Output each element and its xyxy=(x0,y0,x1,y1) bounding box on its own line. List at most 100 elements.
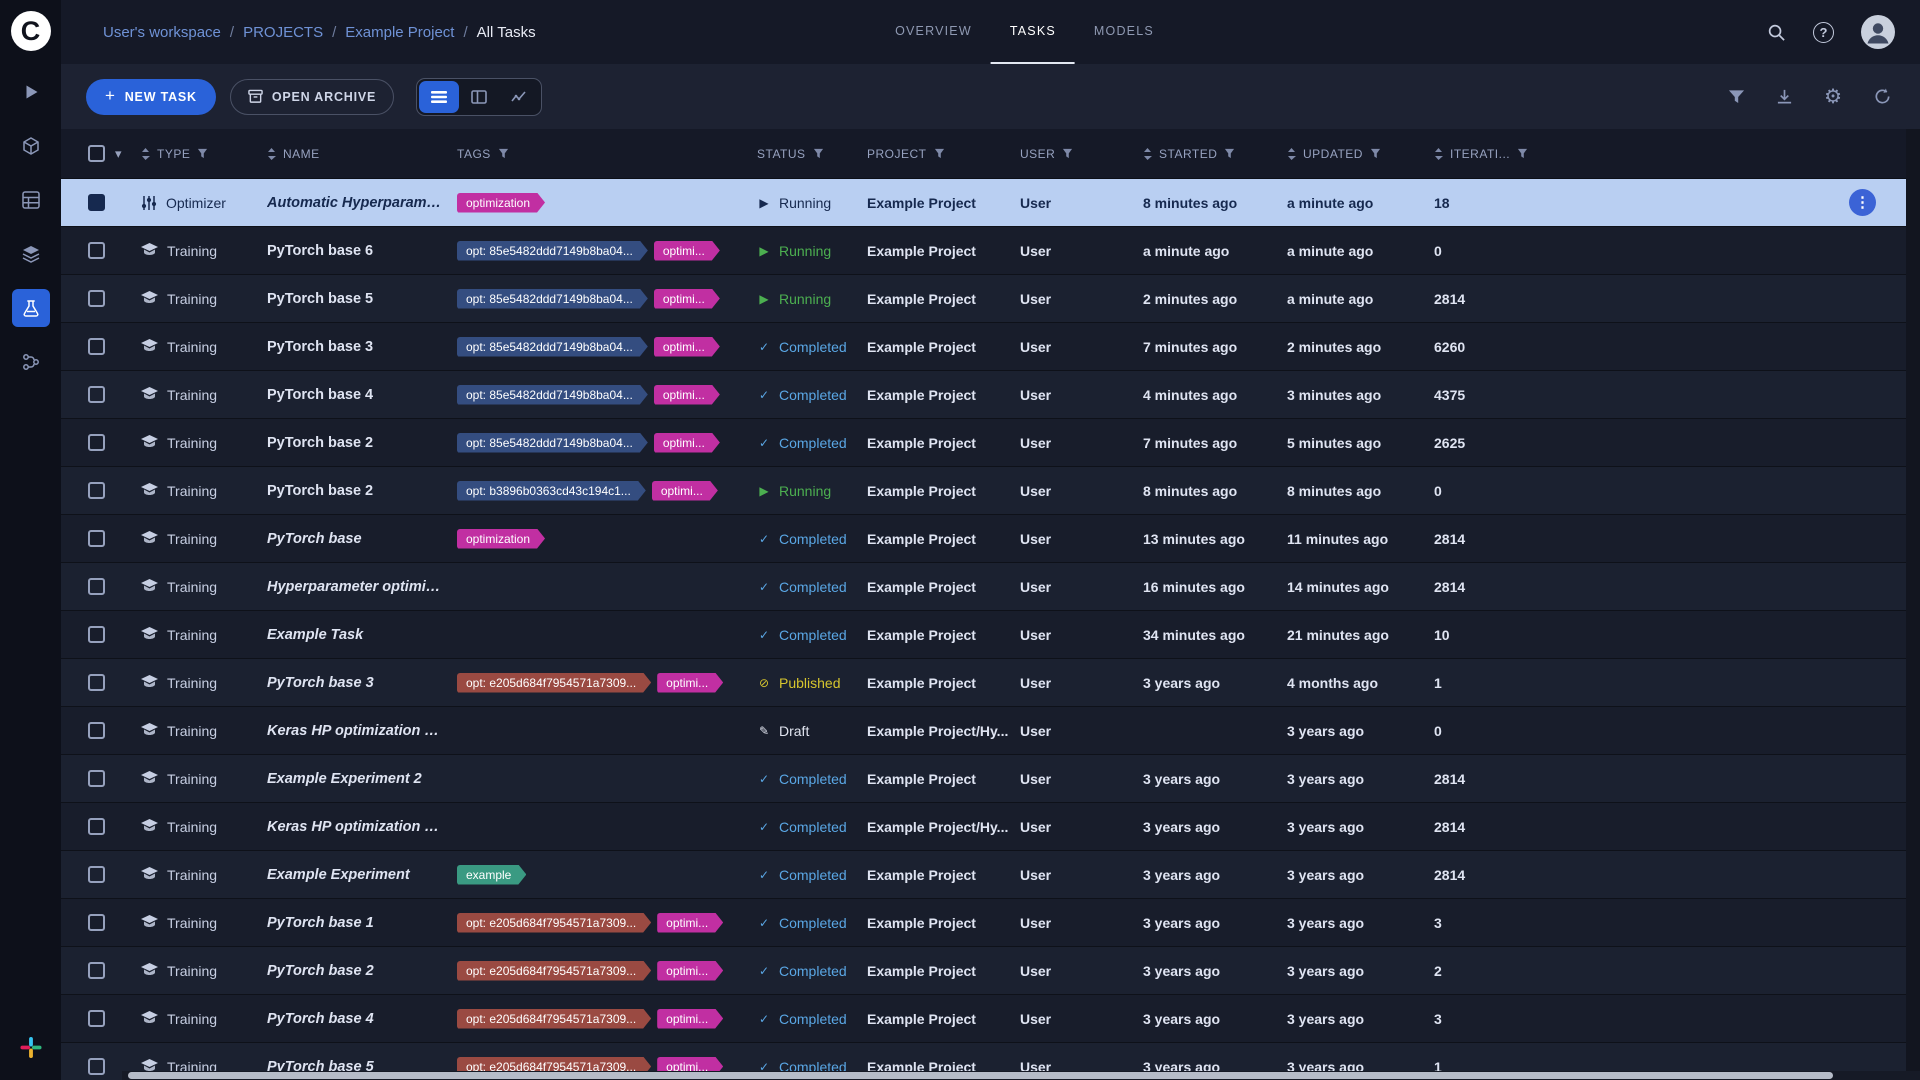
task-name[interactable]: Example Experiment 2 xyxy=(267,755,457,803)
task-row[interactable]: TrainingPyTorch baseoptimization✓Complet… xyxy=(61,515,1906,563)
breadcrumb-workspace[interactable]: User's workspace xyxy=(103,24,221,41)
column-header-name[interactable]: NAME xyxy=(267,147,457,161)
filter-funnel-icon[interactable] xyxy=(1370,148,1381,159)
task-row[interactable]: TrainingPyTorch base 3opt: e205d684f7954… xyxy=(61,659,1906,707)
tag[interactable]: opt: e205d684f7954571a7309... xyxy=(457,913,651,933)
row-checkbox[interactable] xyxy=(88,338,105,355)
user-avatar[interactable] xyxy=(1861,15,1895,49)
task-row[interactable]: TrainingPyTorch base 6opt: 85e5482ddd714… xyxy=(61,227,1906,275)
select-all-caret[interactable]: ▾ xyxy=(115,146,122,162)
task-name[interactable]: PyTorch base 2 xyxy=(267,419,457,467)
open-archive-button[interactable]: OPEN ARCHIVE xyxy=(230,79,394,115)
filter-funnel-icon[interactable] xyxy=(1517,148,1528,159)
task-name[interactable]: Example Task xyxy=(267,611,457,659)
row-checkbox[interactable] xyxy=(88,674,105,691)
row-checkbox[interactable] xyxy=(88,770,105,787)
task-name[interactable]: PyTorch base 6 xyxy=(267,227,457,275)
row-checkbox[interactable] xyxy=(88,1010,105,1027)
horizontal-scrollbar[interactable] xyxy=(122,1071,1920,1080)
breadcrumb-projects[interactable]: PROJECTS xyxy=(243,24,323,41)
help-icon[interactable]: ? xyxy=(1813,22,1834,43)
column-header-user[interactable]: USER xyxy=(1020,147,1143,161)
tab-models[interactable]: MODELS xyxy=(1075,0,1173,64)
split-view-button[interactable] xyxy=(459,81,499,113)
tag[interactable]: opt: 85e5482ddd7149b8ba04... xyxy=(457,385,648,405)
tab-tasks[interactable]: TASKS xyxy=(991,0,1075,64)
task-row[interactable]: TrainingExample Task✓CompletedExample Pr… xyxy=(61,611,1906,659)
task-row[interactable]: TrainingPyTorch base 2opt: e205d684f7954… xyxy=(61,947,1906,995)
filter-funnel-icon[interactable] xyxy=(934,148,945,159)
tag[interactable]: optimization xyxy=(457,193,545,213)
column-header-project[interactable]: PROJECT xyxy=(867,147,1020,161)
task-name[interactable]: Keras HP optimization base xyxy=(267,707,457,755)
scrollbar-thumb[interactable] xyxy=(128,1072,1833,1079)
tag[interactable]: optimi... xyxy=(654,241,720,261)
tag[interactable]: opt: 85e5482ddd7149b8ba04... xyxy=(457,433,648,453)
task-row[interactable]: TrainingPyTorch base 2opt: 85e5482ddd714… xyxy=(61,419,1906,467)
tag[interactable]: optimi... xyxy=(657,1009,723,1029)
row-checkbox[interactable] xyxy=(88,914,105,931)
task-row[interactable]: TrainingKeras HP optimization base✎Draft… xyxy=(61,707,1906,755)
task-name[interactable]: PyTorch base 4 xyxy=(267,995,457,1043)
tag[interactable]: optimi... xyxy=(654,289,720,309)
row-checkbox[interactable] xyxy=(88,818,105,835)
tag[interactable]: optimi... xyxy=(654,337,720,357)
sidebar-item-pipelines[interactable] xyxy=(12,343,50,381)
filter-funnel-icon[interactable] xyxy=(813,148,824,159)
clearml-logo[interactable]: C xyxy=(11,11,51,51)
sidebar-item-projects[interactable] xyxy=(12,127,50,165)
filter-funnel-icon[interactable] xyxy=(1062,148,1073,159)
tag[interactable]: opt: 85e5482ddd7149b8ba04... xyxy=(457,337,648,357)
row-checkbox[interactable] xyxy=(88,626,105,643)
row-checkbox[interactable] xyxy=(88,482,105,499)
row-checkbox[interactable] xyxy=(88,578,105,595)
task-name[interactable]: PyTorch base xyxy=(267,515,457,563)
tag[interactable]: opt: e205d684f7954571a7309... xyxy=(457,673,651,693)
sort-icon[interactable] xyxy=(1287,148,1296,160)
row-checkbox[interactable] xyxy=(88,434,105,451)
task-row[interactable]: TrainingPyTorch base 1opt: e205d684f7954… xyxy=(61,899,1906,947)
column-header-iterations[interactable]: ITERATI... xyxy=(1434,147,1564,161)
column-header-tags[interactable]: TAGS xyxy=(457,147,757,161)
row-checkbox[interactable] xyxy=(88,962,105,979)
task-row[interactable]: TrainingPyTorch base 4opt: 85e5482ddd714… xyxy=(61,371,1906,419)
tag[interactable]: optimization xyxy=(457,529,545,549)
column-header-updated[interactable]: UPDATED xyxy=(1287,147,1434,161)
download-icon[interactable] xyxy=(1776,88,1793,105)
tag[interactable]: opt: e205d684f7954571a7309... xyxy=(457,1009,651,1029)
auto-refresh-icon[interactable] xyxy=(1873,87,1892,106)
sidebar-item-dashboard[interactable] xyxy=(12,73,50,111)
sidebar-item-experiments[interactable] xyxy=(12,289,50,327)
task-name[interactable]: PyTorch base 5 xyxy=(267,275,457,323)
task-name[interactable]: Example Experiment xyxy=(267,851,457,899)
chart-view-button[interactable] xyxy=(499,81,539,113)
task-name[interactable]: PyTorch base 3 xyxy=(267,323,457,371)
row-checkbox[interactable] xyxy=(88,1058,105,1075)
filter-funnel-icon[interactable] xyxy=(1224,148,1235,159)
task-row[interactable]: TrainingPyTorch base 3opt: 85e5482ddd714… xyxy=(61,323,1906,371)
task-row[interactable]: TrainingHyperparameter optimizati...✓Com… xyxy=(61,563,1906,611)
sort-icon[interactable] xyxy=(1434,148,1443,160)
task-row[interactable]: OptimizerAutomatic Hyperparamete...optim… xyxy=(61,179,1906,227)
task-name[interactable]: PyTorch base 1 xyxy=(267,899,457,947)
task-name[interactable]: PyTorch base 2 xyxy=(267,467,457,515)
row-checkbox[interactable] xyxy=(88,530,105,547)
filter-funnel-icon[interactable] xyxy=(197,148,208,159)
new-task-button[interactable]: + NEW TASK xyxy=(86,79,216,115)
task-name[interactable]: PyTorch base 4 xyxy=(267,371,457,419)
tag[interactable]: example xyxy=(457,865,526,885)
filter-icon[interactable] xyxy=(1728,89,1745,105)
task-row[interactable]: TrainingExample Experimentexample✓Comple… xyxy=(61,851,1906,899)
sort-icon[interactable] xyxy=(141,148,150,160)
row-checkbox[interactable] xyxy=(88,386,105,403)
row-checkbox[interactable] xyxy=(88,722,105,739)
row-checkbox[interactable] xyxy=(88,290,105,307)
task-name[interactable]: PyTorch base 2 xyxy=(267,947,457,995)
breadcrumb-project[interactable]: Example Project xyxy=(345,24,454,41)
row-checkbox[interactable] xyxy=(88,242,105,259)
tag[interactable]: optimi... xyxy=(657,673,723,693)
row-menu-button[interactable]: ⋮ xyxy=(1849,189,1876,216)
task-name[interactable]: PyTorch base 3 xyxy=(267,659,457,707)
task-row[interactable]: TrainingPyTorch base 4opt: e205d684f7954… xyxy=(61,995,1906,1043)
tag[interactable]: opt: 85e5482ddd7149b8ba04... xyxy=(457,289,648,309)
